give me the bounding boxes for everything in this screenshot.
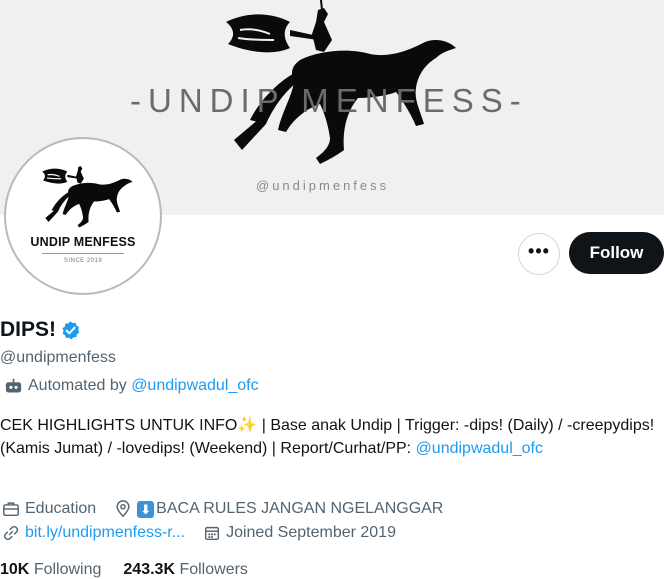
profile-meta-row-2: bit.ly/undipmenfess-r... Joined Septembe…: [2, 524, 396, 542]
display-name-row: DIPS!: [0, 318, 81, 342]
following-stat[interactable]: 10K Following: [0, 561, 101, 579]
avatar-since-text: SINCE 2019: [63, 258, 103, 264]
more-options-button[interactable]: •••: [518, 233, 560, 275]
profile-location: BACA RULES JANGAN NGELANGGAR: [156, 500, 444, 517]
followers-count: 243.3K: [123, 561, 175, 578]
horse-rider-avatar-icon: [42, 166, 133, 228]
avatar[interactable]: UNDIP MENFESS SINCE 2019: [6, 139, 160, 293]
more-icon: •••: [528, 241, 550, 261]
automated-by-link[interactable]: @undipwadul_ofc: [131, 377, 258, 395]
briefcase-icon: [3, 502, 19, 517]
follow-stats: 10K Following 243.3K Followers: [0, 561, 248, 579]
profile-meta-row: Education ⬇ BACA RULES JANGAN NGELANGGAR: [2, 500, 443, 518]
automated-prefix: Automated by: [28, 377, 127, 394]
avatar-logo-text: UNDIP MENFESS: [30, 235, 136, 249]
followers-label: Followers: [179, 561, 248, 578]
calendar-icon: [205, 526, 220, 541]
profile-bio: CEK HIGHLIGHTS UNTUK INFO✨ | Base anak U…: [0, 414, 660, 460]
automated-label: Automated by @undipwadul_ofc: [5, 377, 259, 395]
profile-handle: @undipmenfess: [0, 349, 116, 366]
avatar-divider: [42, 253, 124, 254]
display-name: DIPS!: [0, 318, 57, 341]
profile-website-link[interactable]: bit.ly/undipmenfess-r...: [25, 524, 185, 542]
bio-mention-link[interactable]: @undipwadul_ofc: [416, 440, 543, 457]
bio-text: CEK HIGHLIGHTS UNTUK INFO✨ | Base anak U…: [0, 417, 655, 457]
robot-icon: [5, 378, 22, 392]
profile-category: Education: [25, 500, 97, 517]
location-pin-icon: [116, 500, 130, 518]
following-label: Following: [33, 561, 102, 578]
banner-handle: @undipmenfess: [256, 178, 390, 193]
follow-button[interactable]: Follow: [569, 232, 664, 274]
banner-title: -UNDIP MENFESS-: [130, 82, 528, 119]
profile-joined-date: Joined September 2019: [226, 524, 396, 541]
followers-stat[interactable]: 243.3K Followers: [123, 561, 248, 579]
following-count: 10K: [0, 561, 30, 578]
verified-badge-icon[interactable]: [60, 320, 81, 341]
down-arrow-emoji-icon: ⬇: [137, 500, 155, 518]
link-icon: [3, 525, 19, 541]
